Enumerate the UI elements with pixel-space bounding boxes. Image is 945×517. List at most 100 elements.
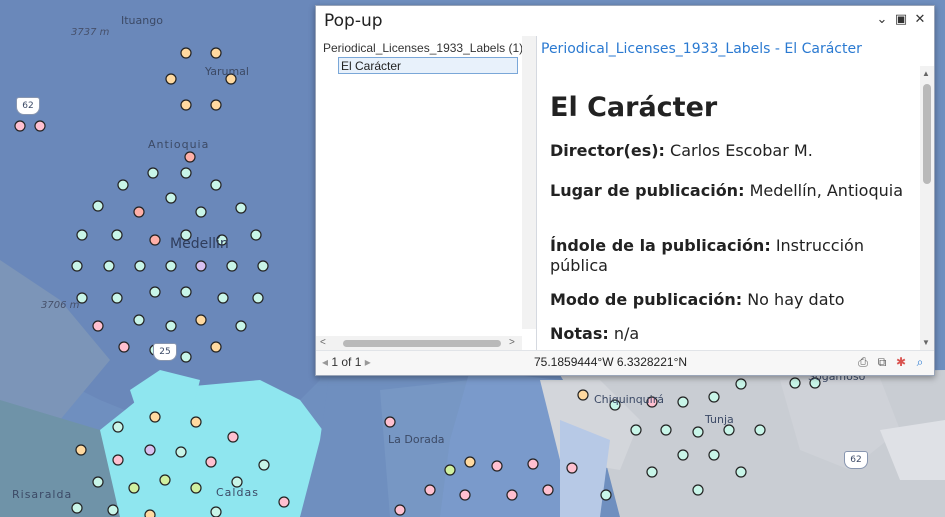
map-point[interactable] (195, 260, 207, 272)
scroll-up-arrow-icon[interactable]: ▲ (922, 69, 930, 78)
map-point[interactable] (133, 314, 145, 326)
map-point[interactable] (250, 229, 262, 241)
map-point[interactable] (159, 474, 171, 486)
map-point[interactable] (111, 292, 123, 304)
map-point[interactable] (210, 47, 222, 59)
map-point[interactable] (92, 476, 104, 488)
map-point[interactable] (444, 464, 456, 476)
map-point[interactable] (180, 167, 192, 179)
map-point[interactable] (180, 351, 192, 363)
map-point[interactable] (394, 504, 406, 516)
map-point[interactable] (464, 456, 476, 468)
tree-horizontal-scrollbar[interactable]: < > (316, 336, 522, 350)
popup-titlebar[interactable]: Pop-up ⌄ ▣ ✕ (316, 6, 934, 36)
map-point[interactable] (384, 416, 396, 428)
map-point[interactable] (107, 504, 119, 516)
map-point[interactable] (195, 206, 207, 218)
map-point[interactable] (692, 484, 704, 496)
map-point[interactable] (180, 286, 192, 298)
map-point[interactable] (542, 484, 554, 496)
map-point[interactable] (71, 260, 83, 272)
map-point[interactable] (165, 260, 177, 272)
map-point[interactable] (723, 424, 735, 436)
next-feature-icon[interactable]: ▸ (365, 355, 371, 369)
map-point[interactable] (144, 509, 156, 517)
map-point[interactable] (149, 411, 161, 423)
map-point[interactable] (128, 482, 140, 494)
map-point[interactable] (217, 292, 229, 304)
map-point[interactable] (754, 424, 766, 436)
map-point[interactable] (180, 99, 192, 111)
map-point[interactable] (630, 424, 642, 436)
map-point[interactable] (180, 47, 192, 59)
map-point[interactable] (165, 320, 177, 332)
map-point[interactable] (235, 320, 247, 332)
scroll-right-arrow-icon[interactable]: > (509, 336, 515, 350)
map-point[interactable] (278, 496, 290, 508)
map-point[interactable] (111, 229, 123, 241)
scroll-thumb[interactable] (343, 340, 501, 347)
layer-tree-node[interactable]: Periodical_Licenses_1933_Labels (1) (323, 41, 523, 55)
map-point[interactable] (190, 482, 202, 494)
map-point[interactable] (459, 489, 471, 501)
map-point[interactable] (71, 502, 83, 514)
map-point[interactable] (527, 458, 539, 470)
map-point[interactable] (257, 260, 269, 272)
map-point[interactable] (677, 396, 689, 408)
map-point[interactable] (103, 260, 115, 272)
zoom-to-icon[interactable]: ⌕ (913, 355, 927, 369)
map-point[interactable] (735, 378, 747, 390)
map-point[interactable] (600, 489, 612, 501)
maximize-button[interactable]: ▣ (893, 12, 909, 28)
map-point[interactable] (133, 206, 145, 218)
map-point[interactable] (506, 489, 518, 501)
map-point[interactable] (789, 377, 801, 389)
scroll-left-arrow-icon[interactable]: < (320, 336, 326, 350)
map-point[interactable] (92, 320, 104, 332)
map-point[interactable] (184, 151, 196, 163)
map-point[interactable] (195, 314, 207, 326)
map-point[interactable] (149, 234, 161, 246)
map-point[interactable] (175, 446, 187, 458)
map-point[interactable] (692, 426, 704, 438)
map-point[interactable] (226, 260, 238, 272)
map-point[interactable] (92, 200, 104, 212)
map-point[interactable] (205, 456, 217, 468)
scroll-thumb[interactable] (923, 84, 931, 184)
map-point[interactable] (117, 179, 129, 191)
map-point[interactable] (677, 449, 689, 461)
map-point[interactable] (577, 389, 589, 401)
map-point[interactable] (34, 120, 46, 132)
map-point[interactable] (210, 99, 222, 111)
export-icon[interactable]: ⧉ (875, 355, 889, 369)
close-button[interactable]: ✕ (912, 12, 928, 28)
map-point[interactable] (227, 431, 239, 443)
map-point[interactable] (144, 444, 156, 456)
map-point[interactable] (258, 459, 270, 471)
map-point[interactable] (210, 341, 222, 353)
map-point[interactable] (252, 292, 264, 304)
map-point[interactable] (235, 202, 247, 214)
map-point[interactable] (708, 391, 720, 403)
map-point[interactable] (134, 260, 146, 272)
map-point[interactable] (424, 484, 436, 496)
content-vertical-scrollbar[interactable]: ▲ ▼ (920, 66, 934, 350)
tree-vertical-scrollbar[interactable] (522, 36, 536, 329)
map-point[interactable] (708, 449, 720, 461)
map-point[interactable] (646, 466, 658, 478)
map-point[interactable] (75, 444, 87, 456)
flash-feature-icon[interactable]: ✱ (894, 355, 908, 369)
feature-tree-node-selected[interactable]: El Carácter (338, 57, 518, 74)
map-point[interactable] (210, 179, 222, 191)
previous-feature-icon[interactable]: ◂ (322, 355, 328, 369)
map-point[interactable] (660, 424, 672, 436)
map-point[interactable] (76, 229, 88, 241)
map-point[interactable] (165, 73, 177, 85)
print-icon[interactable]: ⎙ (856, 355, 870, 369)
map-point[interactable] (118, 341, 130, 353)
map-point[interactable] (210, 506, 222, 517)
collapse-button[interactable]: ⌄ (874, 12, 890, 28)
map-point[interactable] (566, 462, 578, 474)
map-point[interactable] (190, 416, 202, 428)
map-point[interactable] (149, 286, 161, 298)
